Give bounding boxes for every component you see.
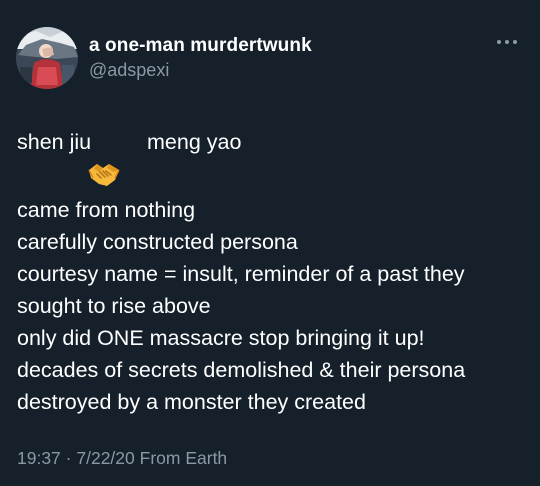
tweet-text: shen jiu meng yao came from nothing care… (17, 126, 527, 418)
tweet-line-7: destroyed by a monster they created (17, 390, 366, 414)
tweet-card: a one-man murdertwunk @adspexi shen jiu … (0, 0, 540, 486)
tweet-line-6: decades of secrets demolished & their pe… (17, 358, 466, 382)
display-name[interactable]: a one-man murdertwunk (89, 35, 312, 57)
names-row: shen jiu meng yao (17, 126, 527, 158)
tweet-line-5: only did ONE massacre stop bringing it u… (17, 326, 425, 350)
tweet-line-4: sought to rise above (17, 294, 211, 318)
tweet-source: From Earth (139, 448, 228, 468)
tweet-meta: 19:37 · 7/22/20 From Earth (17, 448, 227, 469)
meta-separator: · (65, 448, 72, 468)
author-block[interactable]: a one-man murdertwunk @adspexi (89, 35, 312, 81)
avatar[interactable] (16, 27, 78, 89)
tweet-line-1: came from nothing (17, 198, 196, 222)
tweet-date[interactable]: 7/22/20 (76, 448, 134, 468)
tweet-line-3: courtesy name = insult, reminder of a pa… (17, 262, 465, 286)
user-handle[interactable]: @adspexi (89, 59, 312, 81)
tweet-line-2: carefully constructed persona (17, 230, 298, 254)
more-options-button[interactable] (494, 34, 520, 50)
name-left: shen jiu (17, 130, 92, 154)
avatar-image (16, 27, 78, 89)
handshake-emoji (88, 164, 120, 186)
name-right: meng yao (147, 130, 242, 154)
more-horizontal-icon (497, 40, 517, 44)
emoji-row (17, 158, 527, 194)
tweet-time[interactable]: 19:37 (17, 448, 61, 468)
